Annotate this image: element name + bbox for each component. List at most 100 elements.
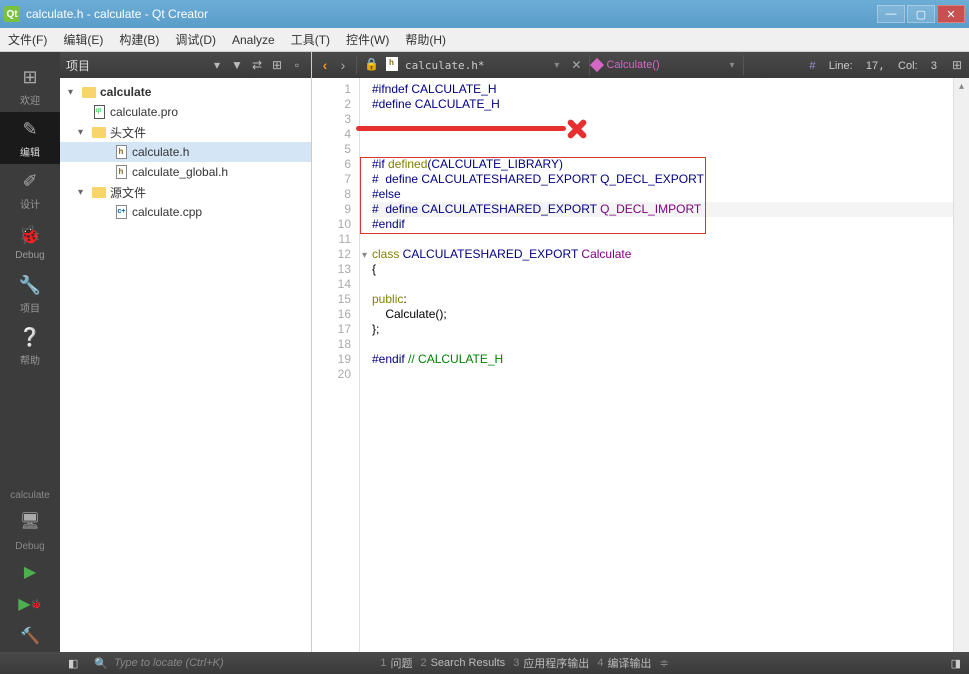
mode-help[interactable]: ❔ 帮助: [0, 320, 60, 372]
folder-icon: [92, 127, 106, 138]
tree-label: calculate.h: [132, 145, 189, 159]
kit-name: calculate: [10, 490, 49, 501]
nav-back-button[interactable]: ‹: [316, 56, 334, 74]
scroll-up-icon[interactable]: ▴: [954, 78, 969, 94]
editor-vertical-scrollbar[interactable]: ▴: [953, 78, 969, 652]
tree-headers-folder[interactable]: ▾ 头文件: [60, 122, 311, 142]
tree-label: calculate_global.h: [132, 165, 228, 179]
annotation-cross: [565, 116, 595, 142]
caret-down-icon[interactable]: ▾: [68, 87, 78, 98]
menu-help[interactable]: 帮助(H): [397, 28, 454, 51]
mode-edit[interactable]: ✎ 编辑: [0, 112, 60, 164]
project-tree: ▾ calculate calculate.pro ▾ 头文件 calculat…: [60, 78, 311, 652]
tree-file-calculate-global-h[interactable]: calculate_global.h: [60, 162, 311, 182]
panel-title: 项目: [66, 57, 205, 74]
tree-label: calculate: [100, 85, 151, 99]
caret-down-icon[interactable]: ▾: [78, 127, 88, 138]
filter-icon[interactable]: ▼: [229, 57, 245, 73]
run-button[interactable]: ▶: [0, 556, 60, 588]
menu-debug[interactable]: 调试(D): [167, 28, 224, 51]
line-number-gutter: 123 456 789 101112 131415 161718 1920: [312, 78, 360, 652]
mode-label: 帮助: [20, 352, 40, 367]
close-button[interactable]: ✕: [937, 5, 965, 23]
build-button[interactable]: 🔨: [0, 620, 60, 652]
menu-edit[interactable]: 编辑(E): [55, 28, 111, 51]
mode-project[interactable]: 🔧 项目: [0, 268, 60, 320]
toggle-right-panel-button[interactable]: ◨: [943, 652, 969, 674]
link-icon[interactable]: ⇄: [249, 57, 265, 73]
output-tab-search[interactable]: Search Results: [431, 657, 506, 669]
pencil-ruler-icon: ✐: [18, 170, 42, 194]
tree-label: 源文件: [110, 184, 146, 201]
mode-label: Debug: [15, 250, 44, 261]
close-file-button[interactable]: ✕: [565, 58, 587, 72]
project-panel-header: 项目 ▾ ▼ ⇄ ⊞ ▫: [60, 52, 311, 78]
mode-design[interactable]: ✐ 设计: [0, 164, 60, 216]
close-panel-icon[interactable]: ▫: [289, 57, 305, 73]
menu-widgets[interactable]: 控件(W): [338, 28, 397, 51]
menu-tools[interactable]: 工具(T): [283, 28, 338, 51]
mode-label: 设计: [20, 196, 40, 211]
file-dropdown[interactable]: ▾: [548, 60, 565, 71]
folder-icon: [92, 187, 106, 198]
chevron-down-icon[interactable]: ▾: [209, 57, 225, 73]
open-file-name[interactable]: calculate.h*: [405, 59, 484, 72]
menu-build[interactable]: 构建(B): [111, 28, 167, 51]
maximize-button[interactable]: ▢: [907, 5, 935, 23]
menu-analyze[interactable]: Analyze: [224, 28, 283, 51]
mode-debug[interactable]: 🐞 Debug: [0, 216, 60, 268]
mode-label: 欢迎: [20, 92, 40, 107]
output-tab-compile[interactable]: 编译输出: [607, 655, 651, 671]
status-bar: ◧ 🔍 Type to locate (Ctrl+K) 1 问题 2 Searc…: [0, 652, 969, 674]
symbol-dropdown[interactable]: ▾: [724, 60, 741, 71]
output-tab-issues[interactable]: 问题: [390, 655, 412, 671]
run-debug-button[interactable]: ▶🐞: [0, 588, 60, 620]
kit-selector[interactable]: 🖥: [0, 505, 60, 537]
lock-icon[interactable]: 🔒: [364, 57, 380, 73]
build-config: Debug: [15, 541, 44, 552]
code-editor[interactable]: #ifndef CALCULATE_H #define CALCULATE_H …: [360, 78, 953, 652]
wrench-icon: 🔧: [18, 274, 42, 298]
output-expand-icon[interactable]: ≑: [659, 657, 668, 670]
output-tab-appoutput[interactable]: 应用程序输出: [523, 655, 589, 671]
tree-file-calculate-cpp[interactable]: calculate.cpp: [60, 202, 311, 222]
project-panel: 项目 ▾ ▼ ⇄ ⊞ ▫ ▾ calculate calculate.pro ▾…: [60, 52, 312, 652]
minimize-button[interactable]: —: [877, 5, 905, 23]
method-icon: [590, 58, 604, 72]
tree-project-root[interactable]: ▾ calculate: [60, 82, 311, 102]
tree-file-calculate-h[interactable]: calculate.h: [60, 142, 311, 162]
bug-icon: 🐞: [18, 224, 42, 248]
split-editor-icon[interactable]: ⊞: [949, 57, 965, 73]
tree-label: 头文件: [110, 124, 146, 141]
tree-label: calculate.cpp: [132, 205, 202, 219]
caret-down-icon[interactable]: ▾: [78, 187, 88, 198]
header-file-icon: [116, 165, 127, 179]
split-icon[interactable]: ⊞: [269, 57, 285, 73]
pro-file-icon: [94, 105, 105, 119]
app-icon: Qt: [4, 6, 20, 22]
cursor-position[interactable]: # Line: 17, Col: 3: [809, 59, 945, 72]
annotation-strikeout: [356, 126, 566, 131]
window-title: calculate.h - calculate - Qt Creator: [26, 7, 877, 21]
tree-sources-folder[interactable]: ▾ 源文件: [60, 182, 311, 202]
nav-forward-button[interactable]: ›: [334, 56, 352, 74]
grid-icon: ⊞: [18, 66, 42, 90]
tree-label: calculate.pro: [110, 105, 178, 119]
cpp-file-icon: [116, 205, 127, 219]
tree-pro-file[interactable]: calculate.pro: [60, 102, 311, 122]
search-icon: 🔍: [94, 657, 108, 670]
menu-file[interactable]: 文件(F): [0, 28, 55, 51]
question-icon: ❔: [18, 326, 42, 350]
mode-label: 项目: [20, 300, 40, 315]
mode-welcome[interactable]: ⊞ 欢迎: [0, 60, 60, 112]
symbol-selector[interactable]: Calculate(): [592, 59, 659, 71]
editor-toolbar: ‹ › 🔒 calculate.h* ▾ ✕ Calculate() ▾ # L…: [312, 52, 969, 78]
menubar: 文件(F) 编辑(E) 构建(B) 调试(D) Analyze 工具(T) 控件…: [0, 28, 969, 52]
file-type-icon: [386, 57, 402, 73]
header-file-icon: [116, 145, 127, 159]
toggle-sidebar-button[interactable]: ◧: [60, 652, 86, 674]
edit-icon: ✎: [18, 118, 42, 142]
editor-area: ‹ › 🔒 calculate.h* ▾ ✕ Calculate() ▾ # L…: [312, 52, 969, 652]
mode-label: 编辑: [20, 144, 40, 159]
locator-input[interactable]: 🔍 Type to locate (Ctrl+K): [86, 652, 364, 674]
